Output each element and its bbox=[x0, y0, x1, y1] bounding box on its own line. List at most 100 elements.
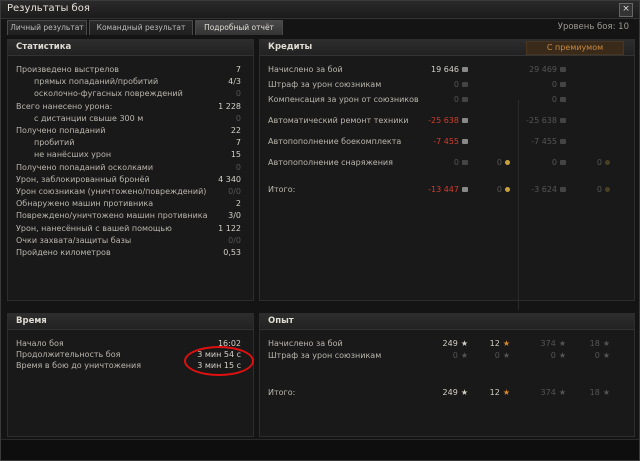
credit-premium-value: -3 624 bbox=[531, 185, 566, 194]
credit-base-value: 0 bbox=[454, 95, 468, 104]
free-experience-star-icon: ★ bbox=[502, 339, 510, 348]
statistics-header: Статистика bbox=[8, 40, 253, 56]
experience-title: Опыт bbox=[268, 316, 294, 326]
credit-row: Начислено за бой 19 646 29 469 bbox=[260, 65, 634, 77]
time-header: Время bbox=[8, 314, 253, 330]
stat-row: Получено попаданий 22 bbox=[8, 126, 253, 138]
experience-value: 0 ★ bbox=[452, 351, 468, 360]
credit-label: Автопополнение снаряжения bbox=[268, 158, 393, 167]
time-title: Время bbox=[16, 316, 47, 326]
bottom-bar bbox=[1, 439, 639, 460]
free-experience-value: 12 ★ bbox=[489, 388, 510, 397]
stat-row: не нанёсших урон 15 bbox=[8, 150, 253, 162]
credit-base-value: 19 646 bbox=[431, 65, 468, 74]
credit-label: Автоматический ремонт техники bbox=[268, 116, 409, 125]
stat-row: Произведено выстрелов 7 bbox=[8, 65, 253, 77]
stat-label: Произведено выстрелов bbox=[16, 65, 120, 74]
stat-label: пробитий bbox=[34, 138, 75, 148]
experience-star-icon: ★ bbox=[558, 339, 566, 348]
premium-free-experience-value: 18 ★ bbox=[589, 339, 610, 348]
credit-premium-value: 0 bbox=[552, 95, 566, 104]
experience-row: Итого: 249 ★ 12 ★ 374 ★ 18 ★ bbox=[260, 388, 634, 400]
title-bar: Результаты боя × bbox=[1, 1, 639, 19]
gold-base-value: 0 bbox=[497, 158, 510, 167]
credit-base-value: -13 447 bbox=[428, 185, 468, 194]
gold-icon bbox=[605, 187, 610, 192]
credit-base-value: -25 638 bbox=[428, 116, 468, 125]
stat-row: с дистанции свыше 300 м 0 bbox=[8, 114, 253, 126]
tab-detailed[interactable]: Подробный отчёт bbox=[195, 20, 283, 35]
credits-title: Кредиты bbox=[268, 42, 313, 52]
credit-label: Штраф за урон союзникам bbox=[268, 80, 382, 89]
experience-star-icon: ★ bbox=[460, 339, 468, 348]
stat-value: 0 bbox=[235, 89, 241, 99]
experience-value: 249 ★ bbox=[442, 388, 468, 397]
premium-button[interactable]: С премиумом bbox=[526, 41, 624, 55]
experience-panel: Опыт Начислено за бой 249 ★ 12 ★ 374 ★ 18 ★ Штраф… bbox=[259, 313, 635, 437]
stat-row: Пройдено километров 0,53 bbox=[8, 248, 253, 260]
stat-value: 4 340 bbox=[218, 174, 241, 184]
close-icon[interactable]: × bbox=[619, 3, 633, 17]
credits-icon bbox=[560, 118, 566, 123]
credits-icon bbox=[560, 97, 566, 102]
battle-level: Уровень боя: 10 bbox=[557, 22, 629, 32]
experience-row: Штраф за урон союзникам 0 ★ 0 ★ 0 ★ 0 ★ bbox=[260, 351, 634, 363]
gold-premium-value: 0 bbox=[597, 185, 610, 194]
stat-value: 7 bbox=[235, 65, 241, 74]
stat-label: Получено попаданий осколками bbox=[16, 162, 154, 172]
experience-star-icon: ★ bbox=[460, 388, 468, 397]
stat-value: 1 228 bbox=[218, 101, 241, 111]
gold-base-value: 0 bbox=[497, 185, 510, 194]
credit-label: Начислено за бой bbox=[268, 65, 343, 74]
credits-icon bbox=[462, 118, 468, 123]
credits-icon bbox=[462, 97, 468, 102]
stat-label: не нанёсших урон bbox=[34, 150, 112, 160]
statistics-panel: Статистика Произведено выстрелов 7 прямых … bbox=[7, 39, 254, 301]
premium-free-experience-value: 18 ★ bbox=[589, 388, 610, 397]
premium-experience-value: 374 ★ bbox=[540, 388, 566, 397]
stat-label: Очки захвата/защиты базы bbox=[16, 235, 132, 245]
stat-value: 0,53 bbox=[223, 248, 241, 257]
highlight-circle bbox=[184, 346, 254, 376]
stat-label: Всего нанесено урона: bbox=[16, 101, 113, 111]
gold-icon bbox=[505, 160, 510, 165]
experience-star-icon: ★ bbox=[460, 351, 468, 360]
credit-premium-value: -25 638 bbox=[526, 116, 566, 125]
stat-value: 0 bbox=[235, 113, 241, 123]
stat-row: Обнаружено машин противника 2 bbox=[8, 199, 253, 211]
battle-results-window: Результаты боя × Личный результат Команд… bbox=[0, 0, 640, 461]
stat-value: 2 bbox=[235, 199, 241, 209]
credits-icon bbox=[560, 139, 566, 144]
credit-row: Компенсация за урон от союзников 0 0 bbox=[260, 95, 634, 107]
stat-row: пробитий 7 bbox=[8, 138, 253, 150]
credit-row: Автопополнение боекомплекта -7 455 -7 455 bbox=[260, 137, 634, 149]
credits-icon bbox=[462, 82, 468, 87]
credits-icon bbox=[560, 187, 566, 192]
experience-star-icon: ★ bbox=[558, 351, 566, 360]
credit-premium-value: 0 bbox=[552, 158, 566, 167]
stat-label: Урон, нанесённый с вашей помощью bbox=[16, 223, 172, 233]
free-experience-value: 12 ★ bbox=[489, 339, 510, 348]
stat-row: прямых попаданий/пробитий 4/3 bbox=[8, 77, 253, 89]
credit-row: Автопополнение снаряжения 0 0 0 0 bbox=[260, 158, 634, 170]
stat-label: Урон, заблокированный бронёй bbox=[16, 174, 150, 184]
credits-icon bbox=[462, 139, 468, 144]
credit-label: Автопополнение боекомплекта bbox=[268, 137, 402, 146]
credits-panel: Кредиты С премиумом Начислено за бой 19 6… bbox=[259, 39, 635, 310]
credits-icon bbox=[462, 67, 468, 72]
tab-team[interactable]: Командный результат bbox=[89, 20, 193, 35]
column-divider bbox=[518, 100, 519, 310]
gold-premium-value: 0 bbox=[597, 158, 610, 167]
tab-personal[interactable]: Личный результат bbox=[7, 20, 87, 35]
stat-label: Урон союзникам (уничтожено/повреждений) bbox=[16, 187, 207, 196]
stat-value: 1 122 bbox=[218, 223, 241, 233]
stat-label: Обнаружено машин противника bbox=[16, 199, 154, 209]
credits-icon bbox=[560, 82, 566, 87]
premium-free-experience-value: 0 ★ bbox=[594, 351, 610, 360]
stat-value: 0/0 bbox=[228, 187, 241, 196]
stat-label: с дистанции свыше 300 м bbox=[34, 113, 144, 123]
credit-row: Штраф за урон союзникам 0 0 bbox=[260, 80, 634, 92]
stat-value: 7 bbox=[235, 138, 241, 148]
gold-icon bbox=[605, 160, 610, 165]
stat-label: Повреждено/уничтожено машин противника bbox=[16, 211, 208, 221]
